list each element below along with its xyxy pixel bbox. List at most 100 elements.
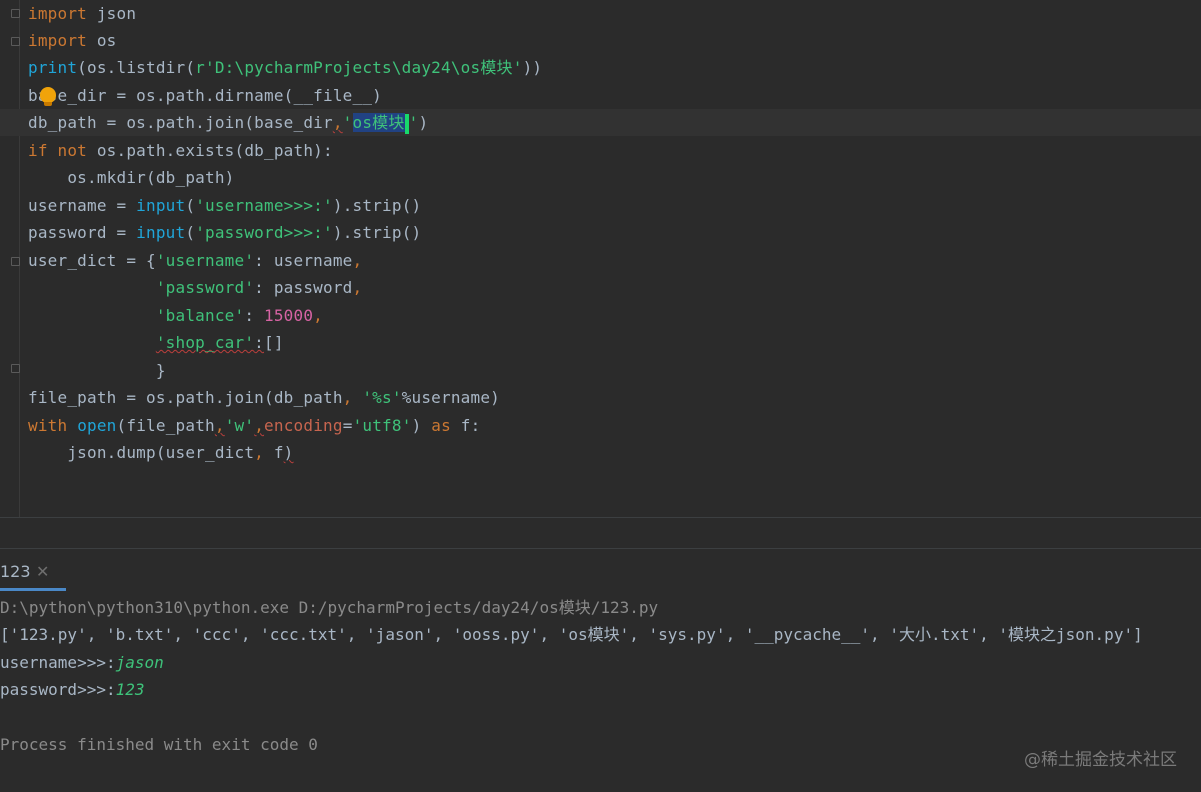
code-token: with xyxy=(28,416,68,435)
code-token: import xyxy=(28,31,87,50)
code-token: 'username>>>:' xyxy=(195,196,333,215)
code-token: [] xyxy=(264,333,284,352)
code-token: %username) xyxy=(401,388,500,407)
console-prompt: username>>>: xyxy=(0,653,116,672)
code-token: , xyxy=(352,278,363,297)
code-token: base_dir = os.path.dirname(__file__) xyxy=(28,86,382,105)
console-user-input: jason xyxy=(115,653,164,672)
code-token: input xyxy=(136,223,186,242)
code-token: r'D:\pycharmProjects\day24\os模块' xyxy=(195,58,523,77)
code-token: ' xyxy=(408,113,419,132)
code-token: ( xyxy=(185,223,196,242)
code-line[interactable]: db_path = os.path.join(base_dir,'os模块 ') xyxy=(28,109,428,136)
code-line[interactable]: with open(file_path,'w',encoding='utf8')… xyxy=(28,412,480,439)
code-token: user_dict = { xyxy=(28,251,156,270)
code-token: : xyxy=(254,333,264,352)
code-editor[interactable]: import json import os print(os.listdir(r'D… xyxy=(0,0,1201,517)
code-token: ) xyxy=(418,113,429,132)
code-line[interactable]: json.dump(user_dict, f) xyxy=(28,439,294,466)
code-token: , xyxy=(352,251,363,270)
code-token: , xyxy=(332,113,343,132)
code-token: username = xyxy=(28,196,137,215)
code-token: '%s' xyxy=(362,388,402,407)
code-token: (file_path xyxy=(116,416,215,435)
code-line[interactable]: print(os.listdir(r'D:\pycharmProjects\da… xyxy=(28,54,542,81)
code-token: file_path = os.path.join(db_path xyxy=(28,388,343,407)
tool-panel-header xyxy=(0,518,1201,548)
code-line[interactable]: file_path = os.path.join(db_path, '%s'%u… xyxy=(28,384,500,411)
code-token: print xyxy=(28,58,78,77)
code-line[interactable]: 'shop_car':[] xyxy=(28,329,284,356)
code-token: , xyxy=(214,416,225,435)
code-line[interactable]: username = input('username>>>:').strip() xyxy=(28,192,421,219)
code-token: 'shop_car' xyxy=(155,333,255,352)
code-token: encoding xyxy=(264,416,343,435)
code-token: = xyxy=(342,416,353,435)
code-line[interactable]: 'balance': 15000, xyxy=(28,302,323,329)
code-token: db_path = os.path.join(base_dir xyxy=(28,113,333,132)
code-token: os.mkdir(db_path) xyxy=(28,168,235,187)
code-token: , xyxy=(254,443,274,462)
code-token: 'utf8' xyxy=(352,416,412,435)
console-password-line: password>>>:123 xyxy=(0,676,145,703)
fold-marker-icon[interactable] xyxy=(11,364,20,373)
code-token: os模块 xyxy=(352,113,405,132)
code-token: ( xyxy=(185,196,196,215)
code-token: as xyxy=(431,416,451,435)
console-output-listing: ['123.py', 'b.txt', 'ccc', 'ccc.txt', 'j… xyxy=(0,625,1143,644)
code-token: 'password>>>:' xyxy=(195,223,333,242)
code-token: json.dump(user_dict xyxy=(28,443,255,462)
code-token: } xyxy=(28,361,166,380)
run-tab[interactable]: 123 xyxy=(0,558,31,586)
console-username-line: username>>>:jason xyxy=(0,649,164,676)
code-line[interactable]: password = input('password>>>:').strip() xyxy=(28,219,421,246)
code-token: ) xyxy=(411,416,432,435)
code-token: f: xyxy=(450,416,481,435)
code-token: ).strip() xyxy=(332,196,422,215)
code-token: f xyxy=(273,443,284,462)
code-token: password = xyxy=(28,223,137,242)
code-token: os xyxy=(87,31,117,50)
code-token: : password xyxy=(254,278,353,297)
code-line[interactable]: user_dict = {'username': username, xyxy=(28,247,362,274)
code-token: 'username' xyxy=(155,251,255,270)
code-line[interactable]: base_dir = os.path.dirname(__file__) xyxy=(28,82,382,109)
divider xyxy=(0,548,1201,549)
code-token: if not xyxy=(28,141,87,160)
code-token: : username xyxy=(254,251,353,270)
code-token: 'balance' xyxy=(155,306,245,325)
console-user-input: 123 xyxy=(115,680,145,699)
close-icon[interactable]: ✕ xyxy=(36,558,49,586)
code-line[interactable]: 'password': password, xyxy=(28,274,362,301)
fold-marker-icon[interactable] xyxy=(11,37,20,46)
code-token: (os.listdir( xyxy=(77,58,196,77)
code-token: ).strip() xyxy=(332,223,422,242)
intention-bulb-icon[interactable] xyxy=(40,87,56,106)
code-token: : xyxy=(244,306,264,325)
code-token: )) xyxy=(522,58,543,77)
code-token: import xyxy=(28,4,87,23)
code-token: json xyxy=(87,4,137,23)
code-line[interactable]: os.mkdir(db_path) xyxy=(28,164,235,191)
code-line[interactable]: } xyxy=(28,357,166,384)
code-line[interactable]: import json xyxy=(28,0,136,27)
watermark: @稀土掘金技术社区 xyxy=(1024,750,1177,770)
code-line[interactable]: if not os.path.exists(db_path): xyxy=(28,137,333,164)
code-token: 'password' xyxy=(155,278,255,297)
code-line[interactable]: import os xyxy=(28,27,117,54)
console-prompt: password>>>: xyxy=(0,680,116,699)
code-token: open xyxy=(77,416,117,435)
code-token: ' xyxy=(342,113,353,132)
code-token: , xyxy=(313,306,324,325)
console-exit-message: Process finished with exit code 0 xyxy=(0,735,318,754)
code-token: , xyxy=(342,388,363,407)
run-console[interactable]: D:\python\python310\python.exe D:/pychar… xyxy=(0,593,1201,792)
fold-marker-icon[interactable] xyxy=(11,257,20,266)
console-command-line: D:\python\python310\python.exe D:/pychar… xyxy=(0,598,659,617)
fold-marker-icon[interactable] xyxy=(11,9,20,18)
code-token: 'w' xyxy=(224,416,255,435)
